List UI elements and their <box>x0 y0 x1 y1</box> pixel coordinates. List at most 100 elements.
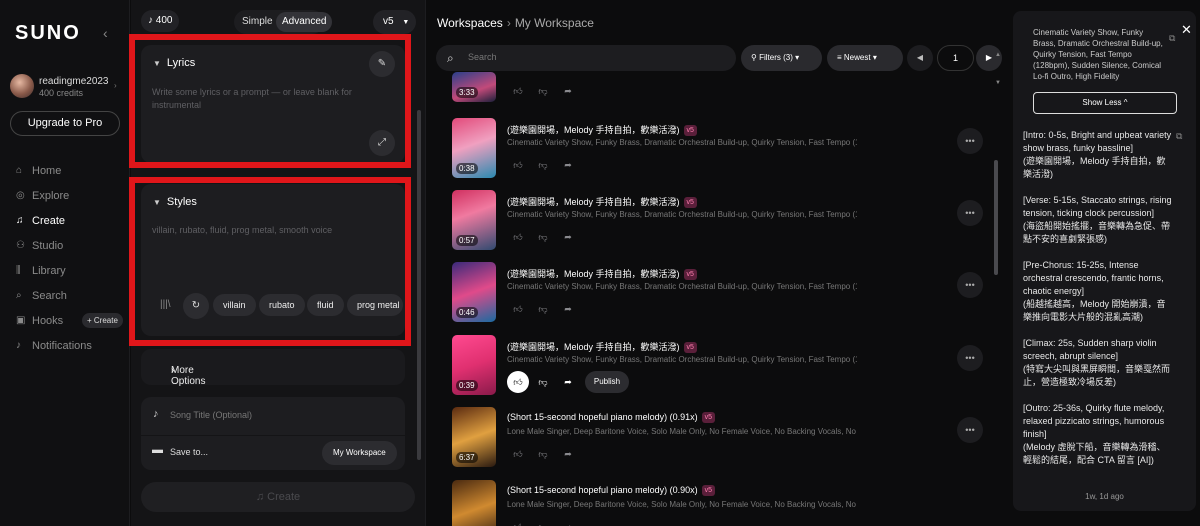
share-icon[interactable]: ➦ <box>557 226 579 248</box>
song-title-field[interactable]: ♪ Song Title (Optional) <box>141 397 405 435</box>
more-options-icon[interactable]: ••• <box>957 345 983 371</box>
song-title[interactable]: (遊樂園開場，Melody 手持自拍，歡樂活潑) v5 <box>507 340 697 353</box>
sidebar-item-explore[interactable]: ◎ Explore <box>16 183 126 208</box>
close-icon[interactable]: ✕ <box>1181 22 1192 38</box>
share-icon[interactable]: ➦ <box>557 443 579 465</box>
like-icon[interactable]: 👍︎ <box>507 516 529 526</box>
breadcrumb: Workspaces › My Workspace <box>437 16 594 30</box>
sidebar-item-search[interactable]: ⌕ Search <box>16 283 126 308</box>
share-icon[interactable]: ➦ <box>557 298 579 320</box>
lyrics-section: [Outro: 25-36s, Quirky flute melody, rel… <box>1023 403 1166 465</box>
dislike-icon[interactable]: 👎︎ <box>532 371 554 393</box>
song-row[interactable]: 0:57 (遊樂園開場，Melody 手持自拍，歡樂活潑) v5 Cinematic … <box>452 190 992 262</box>
avatar <box>10 74 34 98</box>
publish-button[interactable]: Publish <box>585 371 629 393</box>
song-tags: Cinematic Variety Show, Funky Brass, Dra… <box>507 355 857 364</box>
song-cover[interactable] <box>452 480 496 526</box>
version-select[interactable]: v5 ▼ <box>373 10 416 34</box>
song-row[interactable]: 0:46 (遊樂園開場，Melody 手持自拍，歡樂活潑) v5 Cinematic … <box>452 262 992 334</box>
dislike-icon[interactable]: 👎︎ <box>532 154 554 176</box>
sidebar-item-create[interactable]: ♫ Create <box>16 208 126 233</box>
hooks-create-button[interactable]: + Create <box>82 313 123 328</box>
scroll-up-icon[interactable]: ▲ <box>995 52 1001 58</box>
suno-logo[interactable]: SUNO <box>15 22 81 45</box>
filters-button[interactable]: ⚲ Filters (3) ▾ <box>741 45 822 71</box>
copy-icon[interactable]: ⧉ <box>1176 131 1182 142</box>
song-duration: 0:38 <box>456 163 478 174</box>
song-title[interactable]: (Short 15-second hopeful piano melody) (… <box>507 485 716 496</box>
next-page-button[interactable]: ▶ <box>976 45 1002 71</box>
song-tags: Lone Male Singer, Deep Baritone Voice, S… <box>507 500 857 509</box>
sort-button[interactable]: ≡ Newest ▾ <box>827 45 903 71</box>
song-cover[interactable]: 6:37 <box>452 407 496 467</box>
upgrade-button[interactable]: Upgrade to Pro <box>10 111 120 136</box>
song-cover[interactable]: 0:39 <box>452 335 496 395</box>
share-icon[interactable]: ➦ <box>557 80 579 102</box>
song-title[interactable]: (Short 15-second hopeful piano melody) (… <box>507 412 716 423</box>
song-title[interactable]: (遊樂園開場，Melody 手持自拍，歡樂活潑) v5 <box>507 123 697 136</box>
like-icon[interactable]: 👍︎ <box>507 298 529 320</box>
share-icon[interactable]: ➦ <box>557 516 579 526</box>
timestamp: 1w, 1d ago <box>1085 492 1124 501</box>
song-row[interactable]: 0:38 (遊樂園開場，Melody 手持自拍，歡樂活潑) v5 Cinematic … <box>452 118 992 190</box>
song-row[interactable]: 6:37 (Short 15-second hopeful piano melod… <box>452 407 992 479</box>
sidebar-item-studio[interactable]: ⚇ Studio <box>16 233 126 258</box>
share-icon[interactable]: ➦ <box>557 371 579 393</box>
dislike-icon[interactable]: 👎︎ <box>532 80 554 102</box>
song-title-text: (Short 15-second hopeful piano melody) (… <box>507 412 698 422</box>
sidebar-item-library[interactable]: ⫼ Library <box>16 258 126 283</box>
song-row[interactable]: (Short 15-second hopeful piano melody) (… <box>452 480 992 526</box>
like-icon[interactable]: 👍︎ <box>507 154 529 176</box>
prev-page-button[interactable]: ◀ <box>907 45 933 71</box>
sidebar-item-hooks[interactable]: ▣ Hooks + Create <box>16 308 126 333</box>
sidebar-item-label: Search <box>32 289 67 302</box>
sidebar-item-notifications[interactable]: ♪ Notifications <box>16 333 126 358</box>
more-options-icon[interactable]: ••• <box>957 272 983 298</box>
version-badge: v5 <box>683 342 697 353</box>
credits-pill[interactable]: ♪ 400 <box>141 10 180 32</box>
breadcrumb-root[interactable]: Workspaces <box>437 16 503 30</box>
collapse-sidebar-icon[interactable]: ‹ <box>103 25 108 41</box>
like-icon[interactable]: 👍︎ <box>507 80 529 102</box>
dislike-icon[interactable]: 👎︎ <box>532 298 554 320</box>
song-title-text: (遊樂園開場，Melody 手持自拍，歡樂活潑) <box>507 342 680 352</box>
workspace-scrollbar[interactable] <box>994 160 998 275</box>
scroll-down-icon[interactable]: ▼ <box>995 80 1001 86</box>
create-button[interactable]: ♫ Create <box>141 482 415 512</box>
song-row[interactable]: 0:39 (遊樂園開場，Melody 手持自拍，歡樂活潑) v5 Cinematic … <box>452 335 992 407</box>
dislike-icon[interactable]: 👎︎ <box>532 226 554 248</box>
more-options-icon[interactable]: ••• <box>957 128 983 154</box>
filter-icon: ⚲ <box>751 53 757 62</box>
version-badge: v5 <box>683 269 697 280</box>
breadcrumb-separator: › <box>506 16 511 30</box>
studio-icon: ⚇ <box>16 240 25 251</box>
sidebar-item-home[interactable]: ⌂ Home <box>16 158 126 183</box>
mode-toggle[interactable]: Simple Advanced <box>234 10 333 34</box>
more-options-icon[interactable]: ••• <box>957 200 983 226</box>
workspace-select-button[interactable]: My Workspace <box>322 441 397 465</box>
mode-simple-tab[interactable]: Simple <box>242 16 273 27</box>
share-icon[interactable]: ➦ <box>557 154 579 176</box>
show-less-button[interactable]: Show Less ^ <box>1033 92 1177 114</box>
user-menu[interactable]: readingme2023 400 credits › <box>10 74 122 100</box>
song-title[interactable]: (遊樂園開場，Melody 手持自拍，歡樂活潑) v5 <box>507 267 697 280</box>
like-icon[interactable]: 👍︎ <box>507 226 529 248</box>
song-cover[interactable]: 0:46 <box>452 262 496 322</box>
like-icon[interactable]: 👍︎ <box>507 371 529 393</box>
dislike-icon[interactable]: 👎︎ <box>532 443 554 465</box>
copy-icon[interactable]: ⧉ <box>1169 33 1175 44</box>
search-icon: ⌕ <box>16 290 22 301</box>
search-field[interactable]: ⌕ Search <box>436 45 736 71</box>
song-cover[interactable]: 3:33 <box>452 72 496 102</box>
song-cover[interactable]: 0:38 <box>452 118 496 178</box>
dislike-icon[interactable]: 👎︎ <box>532 516 554 526</box>
song-cover[interactable]: 0:57 <box>452 190 496 250</box>
panel-scrollbar[interactable] <box>417 110 421 460</box>
sort-label: Newest <box>843 53 871 62</box>
mode-advanced-tab[interactable]: Advanced <box>276 12 333 32</box>
page-input[interactable]: 1 <box>937 45 974 71</box>
more-options[interactable]: › More Options <box>141 349 405 387</box>
like-icon[interactable]: 👍︎ <box>507 443 529 465</box>
song-title[interactable]: (遊樂園開場，Melody 手持自拍，歡樂活潑) v5 <box>507 195 697 208</box>
more-options-icon[interactable]: ••• <box>957 417 983 443</box>
